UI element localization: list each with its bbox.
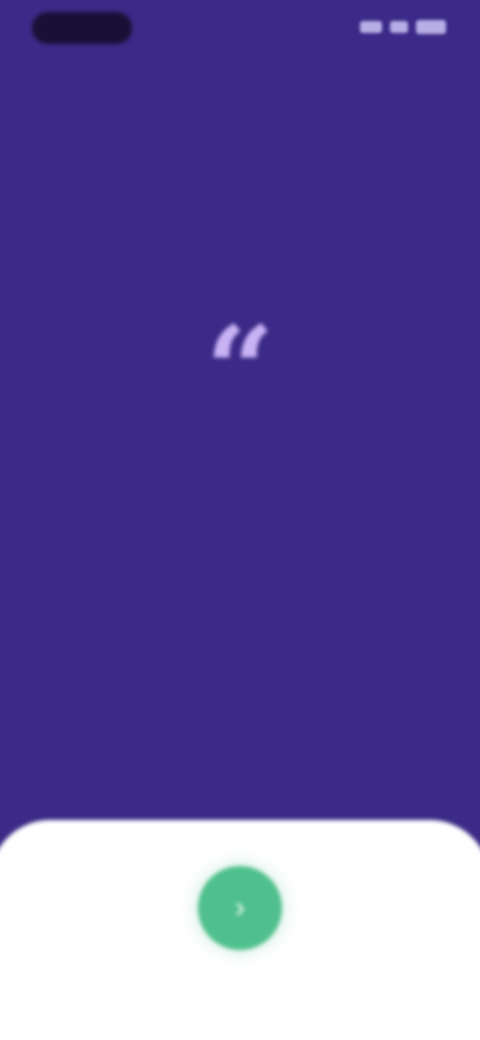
battery-icon [416, 20, 446, 34]
status-bar [0, 0, 480, 56]
status-time [32, 12, 132, 44]
status-icons [360, 20, 446, 34]
wifi-icon [390, 21, 408, 33]
quote-icon: “ [205, 300, 275, 441]
next-button[interactable]: › [198, 866, 282, 950]
app-screen: “ › [0, 0, 480, 1040]
signal-icon [360, 21, 382, 33]
chevron-right-icon: › [235, 891, 245, 924]
